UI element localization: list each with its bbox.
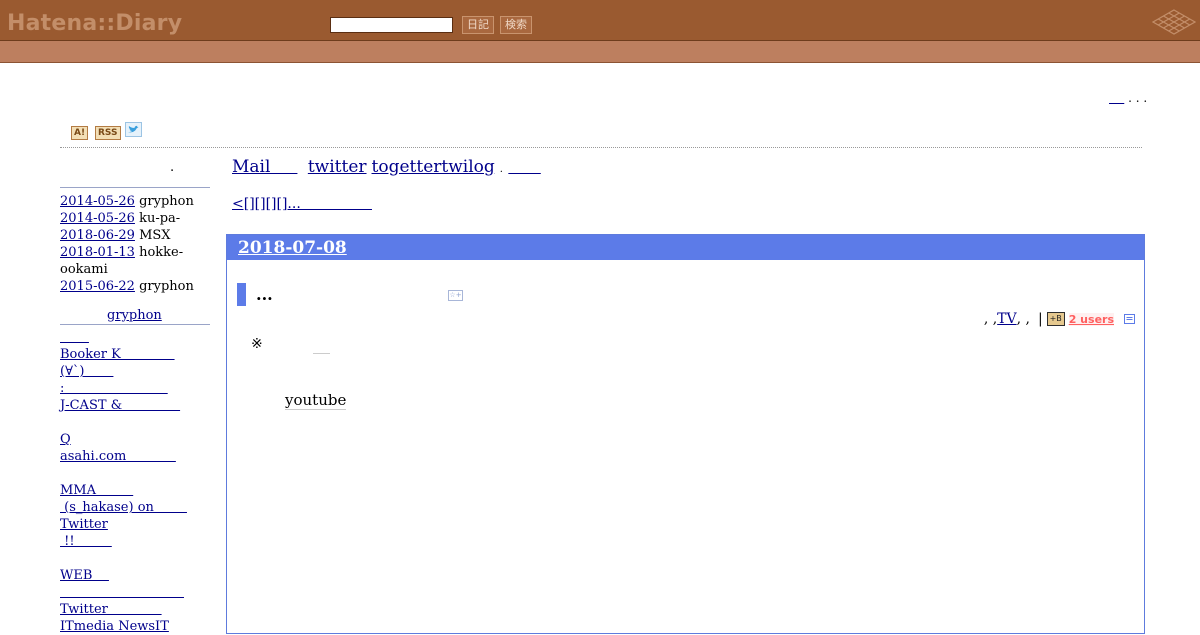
bookmark-users-badge[interactable]: 2 users xyxy=(1068,312,1114,326)
note-mark: ※ xyxy=(251,336,263,352)
search-button[interactable]: 検索 xyxy=(500,16,532,34)
embedded-divider xyxy=(313,353,330,354)
sidebar-link[interactable]: WEB xyxy=(60,568,109,583)
recent-comment-item: 2014-05-26 ku-pa- xyxy=(60,210,180,227)
recent-comment-date[interactable]: 2014-05-26 xyxy=(60,194,135,209)
author-link[interactable]: gryphon xyxy=(107,308,162,323)
sidebar-divider xyxy=(60,324,210,325)
sidebar-link[interactable]: (s_hakase) on xyxy=(60,500,187,515)
section-title[interactable]: ... xyxy=(256,285,273,304)
recent-comment-author: gryphon xyxy=(139,194,194,209)
sidebar-link-item: Twitter xyxy=(60,516,108,533)
day-header: 2018-07-08 xyxy=(227,235,1144,260)
nav-extra-link[interactable] xyxy=(508,157,540,177)
sidebar-link-item xyxy=(60,584,184,601)
recent-comment-item: 2018-06-29 MSX xyxy=(60,227,171,244)
youtube-label: youtube xyxy=(285,391,347,410)
sidebar-link-item xyxy=(60,329,89,346)
sidebar-link[interactable]: asahi.com xyxy=(60,449,176,464)
sidebar-link-item: MMA xyxy=(60,482,133,499)
sidebar-link[interactable]: J-CAST & xyxy=(60,398,180,413)
sidebar-link-item: WEB xyxy=(60,567,109,584)
header-divider xyxy=(60,147,1142,148)
sidebar-divider xyxy=(60,187,210,188)
site-logo[interactable]: Hatena::Diary xyxy=(7,11,182,36)
recent-comment-date[interactable]: 2014-05-26 xyxy=(60,211,135,226)
sidebar-link[interactable]: Booker K xyxy=(60,347,175,362)
meta-separator: | xyxy=(1037,311,1043,327)
search-input[interactable] xyxy=(330,17,453,33)
sub-header-bar xyxy=(0,41,1200,63)
antenna-icon[interactable]: A! xyxy=(71,126,89,140)
profile-nav: Mail twitter togettertwilog. xyxy=(232,157,546,177)
sidebar-title: . xyxy=(170,160,175,175)
add-star-icon[interactable]: ☆+ xyxy=(448,290,463,301)
recent-comment-date[interactable]: 2015-06-22 xyxy=(60,279,135,294)
recent-comment-author: MSX xyxy=(139,228,171,243)
recent-comment-item: 2015-06-22 gryphon xyxy=(60,278,194,295)
sidebar-link-item: asahi.com xyxy=(60,448,176,465)
sidebar-link-item: J-CAST & xyxy=(60,397,180,414)
top-right-links: . . . xyxy=(1109,91,1147,105)
category-tv-link[interactable]: TV xyxy=(997,311,1016,327)
pager-link[interactable]: <[][][][]... xyxy=(232,196,372,212)
sidebar-link-item: Twitter xyxy=(60,601,162,618)
categories-suffix: , , xyxy=(1016,311,1030,327)
section-marker xyxy=(237,283,246,306)
nav-dot: . xyxy=(499,164,503,175)
recent-comment-author: gryphon xyxy=(139,279,194,294)
sidebar-link[interactable]: (∀`) xyxy=(60,364,113,379)
sidebar-link-item: !! xyxy=(60,533,112,550)
entry-meta: , , TV , , | +B 2 users xyxy=(984,311,1135,327)
sidebar-link-item: : xyxy=(60,380,168,397)
sidebar-link[interactable]: : xyxy=(60,381,168,396)
sidebar-link-item: (∀`) xyxy=(60,363,113,380)
sidebar-link[interactable] xyxy=(60,585,184,600)
rss-icon[interactable]: RSS xyxy=(95,126,121,140)
sidebar-link[interactable]: Twitter xyxy=(60,602,162,617)
recent-comment-author: ookami xyxy=(60,262,108,277)
pager: <[][][][]... xyxy=(232,196,372,212)
sidebar-link-item: Q xyxy=(60,431,71,448)
diary-day: 2018-07-08 ... ☆+ , , TV , , | +B 2 user… xyxy=(226,234,1145,634)
togetter-twilog-link[interactable]: togettertwilog xyxy=(372,157,495,177)
categories-prefix: , , xyxy=(983,311,998,327)
comment-icon[interactable] xyxy=(1124,314,1135,324)
header-bar: Hatena::Diary 日記 検索 xyxy=(0,0,1200,41)
hatena-bookmark-icon[interactable]: +B xyxy=(1046,312,1065,326)
sidebar-link[interactable]: MMA xyxy=(60,483,133,498)
sidebar-link[interactable]: Q xyxy=(60,432,71,447)
day-date-link[interactable]: 2018-07-08 xyxy=(238,238,347,258)
author-section: gryphon xyxy=(107,307,162,324)
hatena-diamond-icon xyxy=(1152,9,1196,35)
recent-comment-item: 2014-05-26 gryphon xyxy=(60,193,194,210)
recent-comment-item: 2018-01-13 hokke- xyxy=(60,244,183,261)
sidebar-link-item: Booker K xyxy=(60,346,175,363)
sidebar-link[interactable]: ITmedia NewsIT xyxy=(60,619,169,634)
sidebar-link[interactable] xyxy=(60,330,89,345)
recent-comment-author: ku-pa- xyxy=(139,211,181,226)
sidebar-link[interactable]: !! xyxy=(60,534,112,549)
recent-comment-item: ookami xyxy=(60,261,108,278)
twitter-icon[interactable] xyxy=(125,122,142,137)
mail-link[interactable]: Mail xyxy=(232,157,297,177)
top-right-trailing: . . . xyxy=(1124,91,1148,105)
sidebar-link-item: ITmedia NewsIT xyxy=(60,618,169,635)
recent-comment-date[interactable]: 2018-06-29 xyxy=(60,228,135,243)
sidebar-link[interactable]: Twitter xyxy=(60,517,108,532)
diary-search-button[interactable]: 日記 xyxy=(462,16,494,34)
twitter-link[interactable]: twitter xyxy=(308,157,367,177)
recent-comment-author: hokke- xyxy=(139,245,184,260)
top-right-link[interactable] xyxy=(1109,91,1124,105)
recent-comment-date[interactable]: 2018-01-13 xyxy=(60,245,135,260)
sidebar-link-item: (s_hakase) on xyxy=(60,499,187,516)
